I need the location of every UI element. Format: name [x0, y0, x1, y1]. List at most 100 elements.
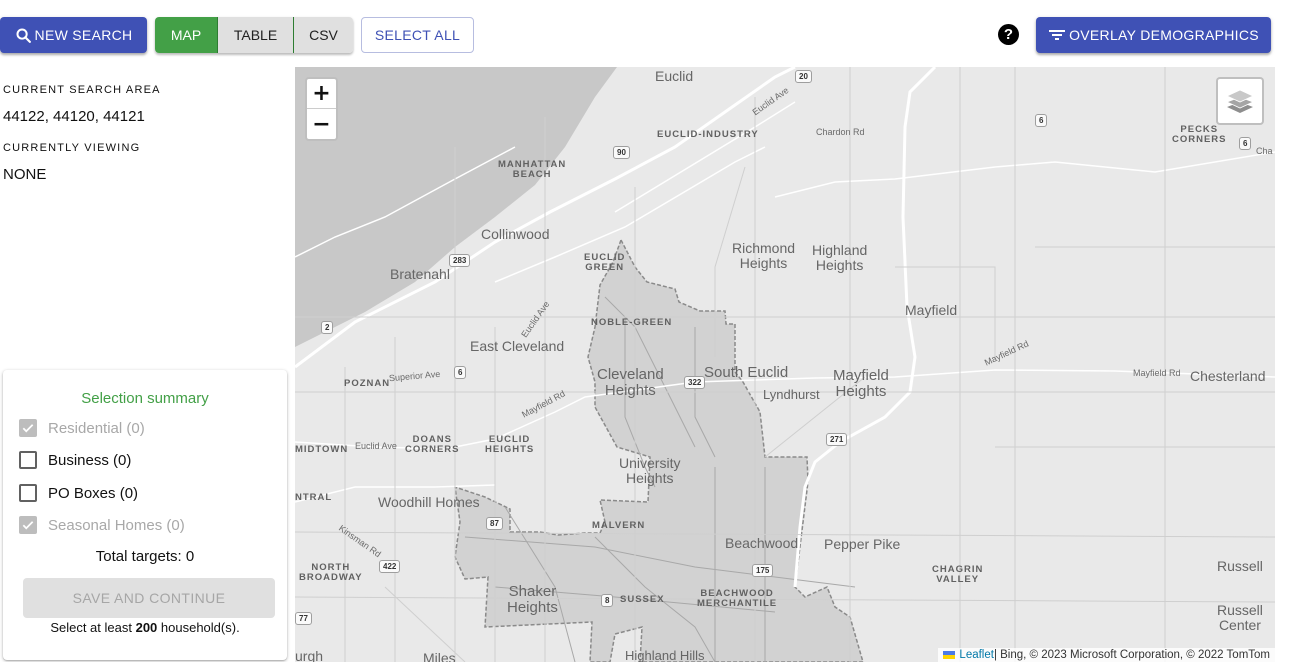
map-label-euclid-heights: EUCLID HEIGHTS — [485, 435, 534, 455]
map-label-russell-center: Russell Center — [1217, 603, 1263, 632]
zoom-out-button[interactable]: − — [307, 109, 336, 139]
po-boxes-checkbox-row[interactable]: PO Boxes (0) — [19, 482, 138, 504]
layers-control-button[interactable] — [1216, 77, 1264, 125]
map-label-north-broadway: NORTH BROADWAY — [299, 563, 363, 583]
selection-summary-card: Selection summary Residential (0) Busine… — [3, 370, 287, 660]
map-label-russell-center-2: Center — [1218, 616, 1261, 633]
zoom-in-button[interactable]: + — [307, 79, 336, 109]
map-label-miles: Miles — [423, 650, 456, 662]
map-label-manhattan-beach: MANHATTAN BEACH — [498, 160, 566, 180]
right-margin — [1275, 66, 1296, 662]
shield-sr175: 175 — [752, 564, 774, 577]
map-label-malvern: MALVERN — [592, 520, 646, 531]
new-search-label: NEW SEARCH — [34, 27, 133, 43]
filter-icon — [1049, 30, 1066, 40]
business-checkbox[interactable] — [19, 451, 37, 469]
save-and-continue-button[interactable]: SAVE AND CONTINUE — [23, 578, 275, 618]
check-icon — [22, 521, 34, 530]
map-label-cleveland-heights: Cleveland Heights — [597, 367, 664, 399]
shield-us6-c: 6 — [454, 366, 467, 379]
map-label-south-euclid: South Euclid — [704, 364, 789, 381]
search-icon — [16, 27, 31, 43]
map-label-bratenahl: Bratenahl — [390, 266, 450, 282]
po-boxes-checkbox[interactable] — [19, 484, 37, 502]
map-label-highland-heights-1: Highland — [812, 242, 868, 258]
minimum-households-hint: Select at least 200 household(s). — [3, 620, 287, 635]
tab-table[interactable]: TABLE — [217, 17, 293, 53]
seasonal-homes-checkbox — [19, 516, 37, 534]
currently-viewing-label: CURRENTLY VIEWING — [3, 142, 141, 154]
hint-prefix: Select at least — [50, 620, 136, 635]
map-label-pecks-corners-2: CORNERS — [1172, 133, 1227, 145]
shield-us6-b: 6 — [1239, 137, 1252, 150]
residential-checkbox — [19, 419, 37, 437]
map-label-russell-center-1: Russell — [1217, 602, 1263, 618]
map-label-east-cleveland: East Cleveland — [470, 338, 565, 354]
map-label-university-heights: University Heights — [619, 456, 680, 485]
shield-sr283: 283 — [449, 254, 471, 267]
shield-us422: 422 — [379, 560, 401, 573]
check-icon — [22, 424, 34, 433]
business-label: Business (0) — [48, 451, 132, 469]
map-label-beachwood-merchantile-2: MERCHANTILE — [697, 597, 778, 609]
map-label-beachwood-merchantile: BEACHWOOD MERCHANTILE — [697, 589, 777, 609]
shield-sr87: 87 — [486, 517, 503, 530]
shield-us20: 20 — [795, 70, 812, 83]
map-label-shaker-heights: Shaker Heights — [507, 584, 558, 616]
shield-i90: 90 — [613, 146, 630, 159]
map-label-euclid-heights-2: HEIGHTS — [485, 443, 535, 455]
toolbar: NEW SEARCH MAP TABLE CSV SELECT ALL ? OV… — [0, 0, 1296, 66]
layers-icon — [1226, 89, 1254, 113]
map-label-richmond-heights-2: Heights — [739, 254, 788, 271]
shield-sr8: 8 — [601, 594, 614, 607]
map-label-mayfield: Mayfield — [905, 302, 958, 318]
shield-us322: 322 — [684, 376, 706, 389]
map-label-euclid: Euclid — [655, 68, 694, 84]
map-label-chagrin-valley-2: VALLEY — [936, 573, 980, 585]
business-checkbox-row[interactable]: Business (0) — [19, 449, 131, 471]
map-label-euclid-green: EUCLID GREEN — [584, 253, 625, 273]
map-label-richmond-heights-1: Richmond — [732, 240, 796, 256]
new-search-button[interactable]: NEW SEARCH — [0, 17, 147, 53]
map-label-chesterland: Chesterland — [1190, 368, 1266, 384]
seasonal-homes-checkbox-row: Seasonal Homes (0) — [19, 514, 185, 536]
map-label-highland-heights-2: Heights — [815, 256, 864, 273]
hint-suffix: household(s). — [157, 620, 240, 635]
map-label-university-heights-1: University — [619, 455, 681, 471]
map-label-cleveland-heights-2: Heights — [604, 381, 656, 399]
overlay-demographics-label: OVERLAY DEMOGRAPHICS — [1069, 27, 1259, 43]
road-label-chardon-e: Cha — [1256, 146, 1273, 156]
map-label-highland-hills: Highland Hills — [625, 648, 705, 662]
map-label-mayfield-heights-1: Mayfield — [833, 367, 889, 384]
lake-erie — [295, 67, 617, 347]
current-search-area-value: 44122, 44120, 44121 — [3, 108, 145, 125]
overlay-demographics-button[interactable]: OVERLAY DEMOGRAPHICS — [1036, 17, 1271, 53]
leaflet-link[interactable]: Leaflet — [959, 649, 994, 661]
map-label-poznan: POZNAN — [344, 378, 391, 389]
map-view[interactable]: + − Euclid EUCLID-INDUSTRY MANHATTAN BEAC… — [295, 67, 1275, 662]
attribution-text: | Bing, © 2023 Microsoft Corporation, © … — [993, 649, 1270, 661]
map-label-russell: Russell — [1217, 558, 1263, 574]
tab-csv[interactable]: CSV — [293, 17, 353, 53]
ukraine-flag-icon — [943, 651, 956, 659]
map-label-manhattan-beach-2: BEACH — [512, 168, 552, 180]
map-label-doans-corners-2: CORNERS — [405, 443, 460, 455]
map-label-collinwood: Collinwood — [481, 226, 550, 242]
map-label-beachwood: Beachwood — [725, 535, 799, 551]
zoom-control: + − — [305, 77, 338, 141]
tab-map[interactable]: MAP — [155, 17, 217, 53]
sidebar: CURRENT SEARCH AREA 44122, 44120, 44121 … — [0, 66, 295, 662]
shield-us6-a: 6 — [1035, 114, 1048, 127]
selection-summary-title: Selection summary — [81, 390, 209, 407]
map-label-central: NTRAL — [295, 492, 333, 503]
road-label-chardon-rd: Chardon Rd — [816, 127, 865, 137]
map-label-mayfield-heights-2: Heights — [835, 382, 887, 400]
residential-checkbox-row: Residential (0) — [19, 417, 145, 439]
map-label-midtown: MIDTOWN — [295, 444, 349, 455]
map-label-burgh: urgh — [295, 648, 324, 662]
map-label-mayfield-heights: Mayfield Heights — [833, 368, 889, 400]
map-label-lyndhurst: Lyndhurst — [763, 387, 820, 402]
select-all-button[interactable]: SELECT ALL — [361, 17, 474, 53]
help-icon[interactable]: ? — [998, 24, 1019, 45]
map-label-doans-corners: DOANS CORNERS — [405, 435, 460, 455]
